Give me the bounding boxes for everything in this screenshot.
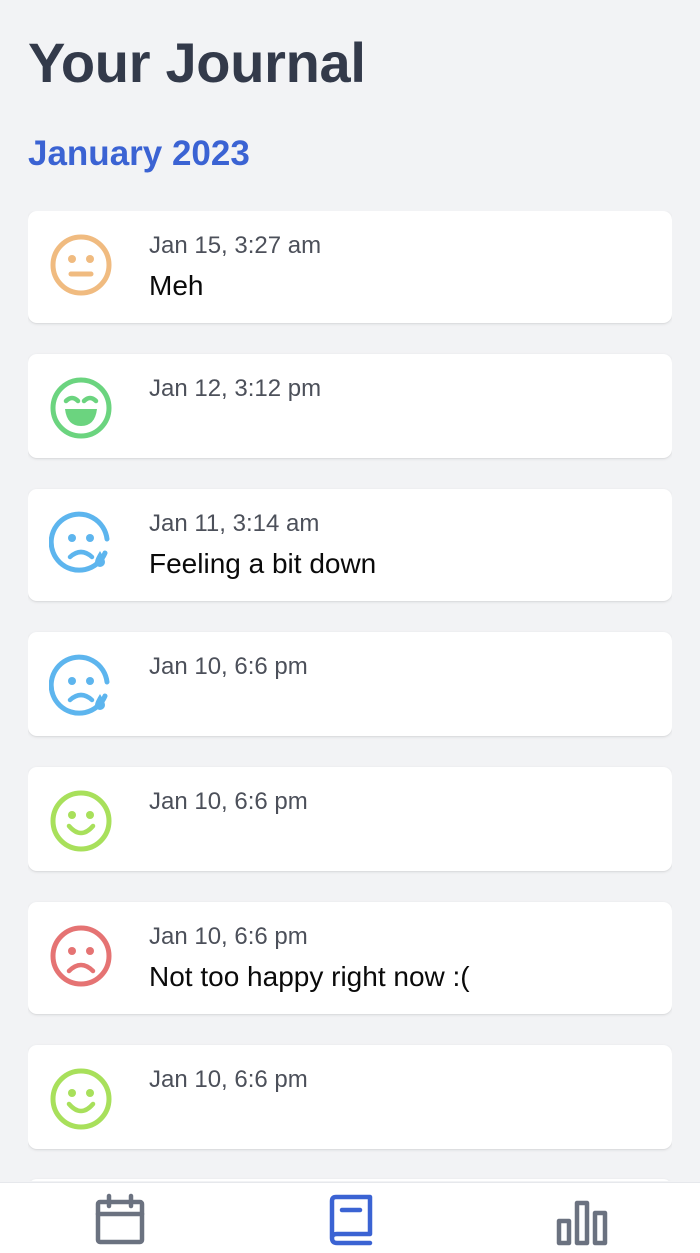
entry-date: Jan 10, 6:6 pm xyxy=(149,923,308,950)
journal-entry-list: Jan 15, 3:27 am Meh Jan 12, 3:12 pm Jan … xyxy=(28,211,672,1181)
nav-journal-button[interactable] xyxy=(324,1193,378,1247)
entry-text: Feeling a bit down xyxy=(149,548,377,579)
journal-entry-card[interactable]: Jan 10, 6:6 pm xyxy=(28,632,672,736)
sad-tear-face-icon xyxy=(49,654,110,716)
journal-entry-card[interactable]: Jan 10, 6:6 pm xyxy=(28,767,672,871)
journal-entry-card[interactable]: Jan 10, 6:6 pm xyxy=(28,1045,672,1149)
calendar-icon xyxy=(95,1193,145,1245)
sad-tear-face-icon xyxy=(49,511,110,573)
journal-entry-card[interactable]: Jan 15, 3:27 am Meh xyxy=(28,211,672,323)
smile-face-icon xyxy=(50,1068,112,1130)
bar-chart-icon xyxy=(556,1200,608,1246)
journal-entry-card-partial[interactable] xyxy=(28,1179,672,1181)
nav-calendar-button[interactable] xyxy=(93,1193,147,1247)
month-heading: January 2023 xyxy=(28,134,250,173)
entry-text: Not too happy right now :( xyxy=(149,961,470,992)
entry-date: Jan 12, 3:12 pm xyxy=(149,375,322,402)
journal-entry-card[interactable]: Jan 11, 3:14 am Feeling a bit down xyxy=(28,489,672,601)
journal-entry-card[interactable]: Jan 12, 3:12 pm xyxy=(28,354,672,458)
laughing-face-icon xyxy=(50,377,112,439)
frown-face-icon xyxy=(50,925,112,987)
entry-date: Jan 10, 6:6 pm xyxy=(149,1066,308,1093)
entry-date: Jan 11, 3:14 am xyxy=(149,510,320,537)
neutral-face-icon xyxy=(50,234,112,296)
page-title: Your Journal xyxy=(28,31,366,94)
journal-book-icon xyxy=(329,1194,373,1246)
entry-date: Jan 10, 6:6 pm xyxy=(149,653,308,680)
smile-face-icon xyxy=(50,790,112,852)
nav-stats-button[interactable] xyxy=(555,1193,609,1247)
bottom-navigation xyxy=(0,1182,700,1253)
entry-text: Meh xyxy=(149,270,204,301)
journal-entry-card[interactable]: Jan 10, 6:6 pm Not too happy right now :… xyxy=(28,902,672,1014)
entry-date: Jan 10, 6:6 pm xyxy=(149,788,308,815)
entry-date: Jan 15, 3:27 am xyxy=(149,232,322,259)
